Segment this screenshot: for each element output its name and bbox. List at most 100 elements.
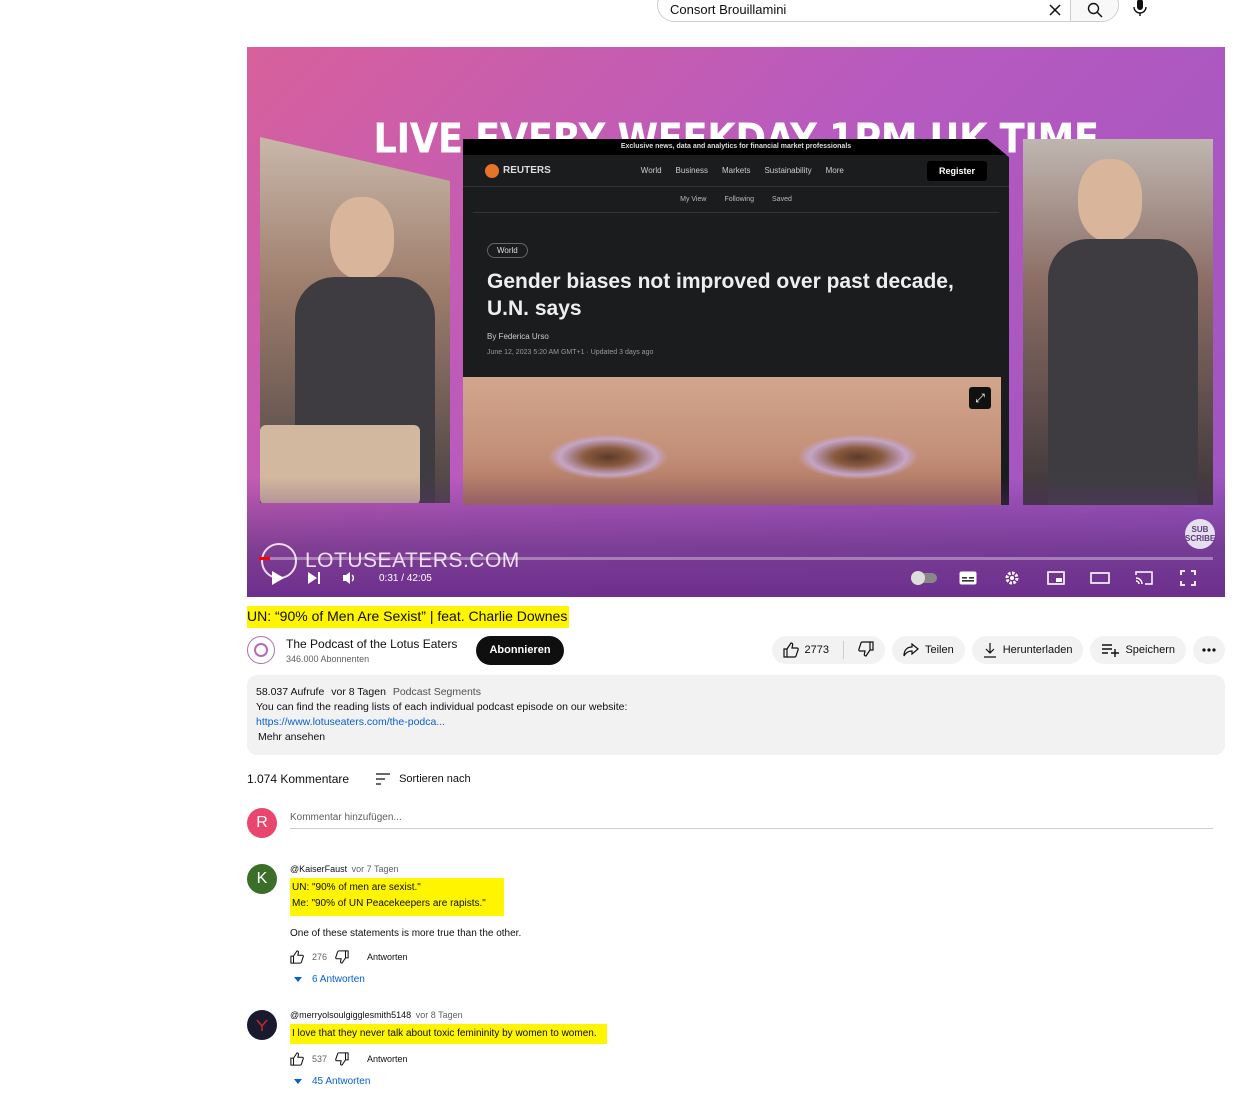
video-player[interactable]: LIVE EVERY WEEKDAY 1PM UK TIME Exclusive… [247,47,1225,597]
dislike-button[interactable] [858,640,874,660]
commenter-avatar[interactable]: K [247,864,277,894]
settings-button[interactable] [997,567,1027,589]
miniplayer-button[interactable] [1041,567,1071,589]
reuters-logo-text: REUTERS [503,165,551,176]
gear-icon [1005,571,1019,585]
toggle-icon [911,571,937,585]
thumbs-down-icon[interactable] [335,950,349,964]
comment-line: Me: "90% of UN Peacekeepers are rapists.… [292,898,486,909]
comment-line: UN: "90% of men are sexist." [292,882,421,893]
channel-name[interactable]: The Podcast of the Lotus Eaters [286,637,457,651]
captions-icon [959,571,977,585]
comment-actions: 537 Antworten [290,1052,607,1066]
view-replies-button[interactable]: 45 Antworten [294,1076,607,1087]
autoplay-toggle[interactable] [909,567,939,589]
comment-time[interactable]: vor 8 Tagen [416,1010,463,1020]
article-nav: REUTERS World Business Markets Sustainab… [463,155,1009,187]
add-comment-input[interactable]: Kommentar hinzufügen... [290,808,1213,829]
cast-button[interactable] [1129,567,1159,589]
thumbs-up-icon[interactable] [290,1052,304,1066]
play-button[interactable] [263,567,293,589]
video-actions: 2773 Teilen Herunterladen Speichern [771,636,1225,664]
reply-button[interactable]: Antworten [367,1054,408,1064]
expand-icon: ⤢ [969,387,991,409]
article-menu-item: Business [675,166,709,175]
article-subnav: My View Following Saved [473,187,999,213]
view-replies-button[interactable]: 6 Antworten [294,974,521,985]
theater-icon [1090,572,1110,584]
share-button[interactable]: Teilen [891,636,965,664]
description-box[interactable]: 58.037 Aufrufe vor 8 Tagen Podcast Segme… [247,675,1225,755]
article-subnav-item: Saved [772,196,792,203]
player-controls-right [909,567,1209,589]
comment-body: @merryolsoulgigglesmith5148 vor 8 Tagen … [290,1010,607,1087]
like-button[interactable]: 2773 [782,642,829,658]
search-input[interactable]: Consort Brouillamini [658,0,1040,17]
article-headline: Gender biases not improved over past dec… [487,270,954,320]
comment-author[interactable]: @merryolsoulgigglesmith5148 [290,1010,411,1020]
save-button[interactable]: Speichern [1090,636,1186,664]
show-more-button[interactable]: Mehr ansehen [258,730,1216,745]
close-icon [1049,4,1061,16]
miniplayer-icon [1047,571,1065,585]
volume-button[interactable] [335,567,365,589]
player-controls: 0:31 / 42:05 [247,565,1225,591]
article-tag: World [487,243,528,258]
progress-bar[interactable] [259,557,1213,560]
article-menu-item: World [640,166,662,175]
cast-icon [1135,571,1153,585]
website-link[interactable]: https://www.lotuseaters.com/the-podca... [256,716,445,728]
add-comment-row: R Kommentar hinzufügen... [247,808,1213,838]
channel-avatar[interactable] [247,636,275,664]
comments-header: 1.074 Kommentare Sortieren nach [247,772,471,786]
comment-body: @KaiserFaust vor 7 Tagen UN: "90% of men… [290,864,521,985]
reply-button[interactable]: Antworten [367,952,408,962]
search-bar: Consort Brouillamini [657,0,1119,22]
next-button[interactable] [299,567,329,589]
article-menu-item: More [825,166,844,175]
captions-button[interactable] [953,567,983,589]
voice-search-button[interactable] [1130,0,1150,18]
subscriber-count: 346.000 Abonnenten [286,653,370,664]
next-icon [308,572,320,584]
search-button[interactable] [1070,0,1118,21]
description-meta: 58.037 Aufrufe vor 8 Tagen Podcast Segme… [256,685,1216,700]
article-menu-item: Sustainability [764,166,812,175]
video-title: UN: “90% of Men Are Sexist” | feat. Char… [247,606,570,628]
red-symbol-icon [256,1019,268,1031]
more-actions-button[interactable] [1193,636,1225,664]
subscribe-button[interactable]: Abonnieren [476,635,564,665]
comment-text: UN: "90% of men are sexist." Me: "90% of… [290,878,521,942]
reuters-logo-icon [485,163,499,178]
microphone-icon [1133,0,1147,16]
comment-time[interactable]: vor 7 Tagen [352,864,399,874]
download-button[interactable]: Herunterladen [971,636,1084,664]
upload-age: vor 8 Tagen [331,686,386,698]
article-register: Register [926,160,987,181]
comment-actions: 276 Antworten [290,950,521,964]
user-avatar: R [247,808,277,838]
thumbs-up-icon[interactable] [290,950,304,964]
subscribe-badge: SUB SCRIBE [1185,519,1215,549]
fullscreen-button[interactable] [1173,567,1203,589]
more-horizontal-icon [1202,648,1216,652]
thumbs-down-icon[interactable] [335,1052,349,1066]
commenter-avatar[interactable] [247,1010,277,1040]
save-label: Speichern [1125,644,1175,656]
host-right-frame [1023,139,1213,505]
comment-line: One of these statements is more true tha… [290,928,522,939]
article-top-bar: Exclusive news, data and analytics for f… [463,139,1009,155]
reuters-logo: REUTERS [485,163,551,178]
clear-search-button[interactable] [1040,0,1070,21]
category-link[interactable]: Podcast Segments [393,686,481,698]
lotus-logo-icon [254,643,268,657]
channel-info: The Podcast of the Lotus Eaters 346.000 … [286,637,457,664]
sort-button[interactable]: Sortieren nach [375,773,471,785]
comment-like-count: 276 [312,952,328,962]
sort-icon [376,773,391,785]
channel-row: The Podcast of the Lotus Eaters 346.000 … [247,634,1225,666]
comment-author[interactable]: @KaiserFaust [290,864,347,874]
theater-mode-button[interactable] [1085,567,1115,589]
comment: K @KaiserFaust vor 7 Tagen UN: "90% of m… [247,864,521,985]
host-left-frame [260,137,450,503]
